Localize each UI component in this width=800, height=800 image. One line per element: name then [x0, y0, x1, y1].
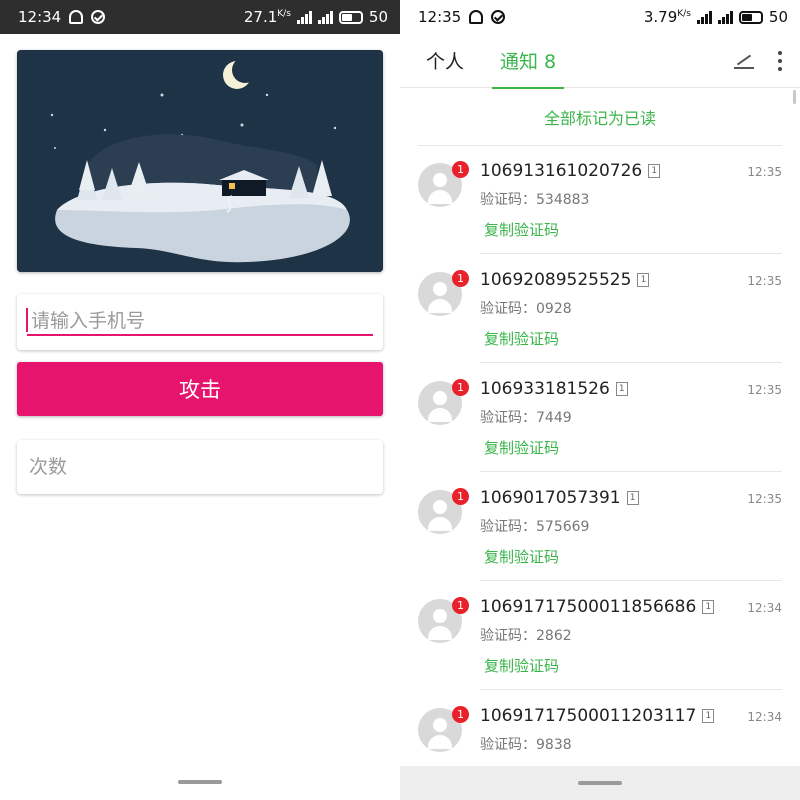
message-preview: 验证码：534883 — [480, 192, 590, 208]
battery-icon — [338, 10, 363, 24]
signal-icon — [696, 10, 712, 24]
tab-bar: 个人 通知 8 — [400, 34, 800, 89]
network-speed: 3.79K/s — [644, 8, 691, 26]
message-sender: 10691717500011856686 1 — [480, 597, 715, 617]
bell-icon — [69, 10, 84, 24]
status-bar: 12:35 3.79K/s 50 — [400, 0, 800, 34]
sender-number: 10691717500011203117 — [480, 706, 697, 726]
status-bar: 12:34 27.1K/s 50 — [0, 0, 400, 34]
message-preview: 验证码：575669 — [480, 519, 590, 535]
attack-button[interactable]: 攻击 — [17, 362, 383, 416]
tab-notifications[interactable]: 通知 8 — [491, 34, 565, 89]
scrollbar[interactable] — [793, 90, 796, 104]
message-sender: 10692089525525 1 — [480, 270, 650, 290]
left-phone-screen: 12:34 27.1K/s 50 请输入手机号 攻击 次数 — [0, 0, 400, 800]
sim-card-icon: 1 — [626, 491, 639, 505]
unread-badge: 1 — [452, 270, 469, 287]
message-preview: 验证码：2862 — [480, 628, 572, 644]
unread-badge: 1 — [452, 379, 469, 396]
times-input[interactable] — [27, 452, 373, 482]
status-time: 12:35 — [418, 8, 462, 26]
times-card — [17, 440, 383, 494]
sender-number: 1069017057391 — [480, 488, 621, 508]
sender-number: 10691717500011856686 — [480, 597, 697, 617]
phone-number-card — [17, 294, 383, 350]
message-sender: 10691717500011203117 1 — [480, 706, 715, 726]
signal-icon — [296, 10, 312, 24]
message-item[interactable]: 1 106913161020726 1 12:35 验证码：534883 复制验证码 — [400, 145, 800, 254]
message-list: 1 106913161020726 1 12:35 验证码：534883 复制验证码 1 10… — [400, 145, 800, 799]
battery-level: 50 — [368, 8, 388, 26]
message-preview: 验证码：0928 — [480, 301, 572, 317]
text-caret — [26, 308, 28, 332]
sender-number: 10692089525525 — [480, 270, 632, 290]
copy-code-button[interactable]: 复制验证码 — [484, 328, 559, 349]
unread-badge: 1 — [452, 161, 469, 178]
message-time: 12:34 — [747, 710, 782, 724]
message-time: 12:35 — [747, 383, 782, 397]
network-speed-value: 3.79 — [643, 8, 678, 26]
battery-icon — [738, 10, 763, 24]
message-sender: 106933181526 1 — [480, 379, 628, 399]
status-time: 12:34 — [18, 8, 62, 26]
night-scene-illustration — [17, 50, 383, 272]
copy-code-button[interactable]: 复制验证码 — [484, 437, 559, 458]
unread-badge: 1 — [452, 597, 469, 614]
gesture-nav-handle[interactable] — [178, 780, 222, 784]
signal-icon-2 — [317, 10, 333, 24]
sim-card-icon: 1 — [637, 273, 650, 287]
check-circle-icon — [491, 10, 506, 24]
sim-card-icon: 1 — [702, 709, 715, 723]
copy-code-button[interactable]: 复制验证码 — [484, 219, 559, 240]
right-phone-screen: 12:35 3.79K/s 50 个人 通知 8 全部标记为已读 1 106913… — [400, 0, 800, 800]
message-item[interactable]: 1 10692089525525 1 12:35 验证码：0928 复制验证码 — [400, 254, 800, 363]
copy-code-button[interactable]: 复制验证码 — [484, 546, 559, 567]
message-sender: 106913161020726 1 — [480, 161, 661, 181]
phone-number-input[interactable] — [27, 308, 373, 336]
signal-icon-2 — [717, 10, 733, 24]
sender-number: 106913161020726 — [480, 161, 643, 181]
message-item[interactable]: 1 10691717500011856686 1 12:34 验证码：2862 复制验证码 — [400, 581, 800, 690]
night-scene-banner — [17, 50, 383, 272]
message-sender: 1069017057391 1 — [480, 488, 639, 508]
message-time: 12:35 — [747, 274, 782, 288]
more-options-icon[interactable] — [778, 50, 782, 71]
bottom-nav-bar — [400, 766, 800, 800]
message-time: 12:35 — [747, 165, 782, 179]
copy-code-button[interactable]: 复制验证码 — [484, 655, 559, 676]
message-time: 12:34 — [747, 601, 782, 615]
message-time: 12:35 — [747, 492, 782, 506]
message-preview: 验证码：7449 — [480, 410, 572, 426]
edit-icon[interactable] — [734, 53, 754, 69]
screens-container: 12:34 27.1K/s 50 请输入手机号 攻击 次数 12:35 3.79… — [0, 0, 800, 800]
sim-card-icon: 1 — [615, 382, 628, 396]
network-speed-value: 27.1 — [243, 8, 278, 26]
check-circle-icon — [91, 10, 106, 24]
message-preview: 验证码：9838 — [480, 737, 572, 753]
unread-badge: 1 — [452, 706, 469, 723]
sender-number: 106933181526 — [480, 379, 610, 399]
message-item[interactable]: 1 1069017057391 1 12:35 验证码：575669 复制验证码 — [400, 472, 800, 581]
tab-personal[interactable]: 个人 — [426, 34, 464, 88]
mark-all-read-button[interactable]: 全部标记为已读 — [418, 88, 782, 146]
sim-card-icon: 1 — [648, 164, 661, 178]
sim-card-icon: 1 — [702, 600, 715, 614]
network-speed: 27.1K/s — [244, 8, 291, 26]
message-item[interactable]: 1 106933181526 1 12:35 验证码：7449 复制验证码 — [400, 363, 800, 472]
network-speed-unit: K/s — [677, 9, 691, 19]
bell-icon — [469, 10, 484, 24]
network-speed-unit: K/s — [277, 9, 291, 19]
battery-level: 50 — [768, 8, 788, 26]
unread-badge: 1 — [452, 488, 469, 505]
gesture-nav-handle[interactable] — [578, 781, 622, 785]
